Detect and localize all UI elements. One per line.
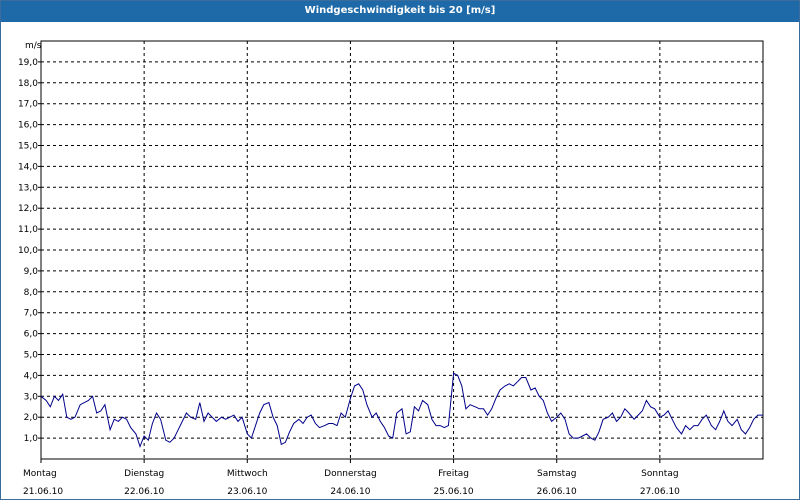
y-tick-label: 12,0	[18, 204, 38, 214]
x-tick-day-label: Montag	[23, 469, 57, 479]
x-tick-date-label: 24.06.10	[330, 487, 370, 497]
y-tick-label: 2,0	[24, 413, 39, 423]
grid	[41, 41, 763, 459]
y-axis: 1,0 2,0 3,0 4,0 5,0 6,0 7,0 8,0 9,0 10,0 11,0 12,0 1…	[18, 58, 41, 444]
y-tick-label: 15,0	[18, 142, 38, 152]
y-axis-unit-label: m/s	[25, 41, 42, 51]
y-tick-label: 6,0	[24, 330, 39, 340]
y-tick-label: 16,0	[18, 121, 38, 131]
y-tick-label: 13,0	[18, 183, 38, 193]
y-tick-label: 17,0	[18, 100, 38, 110]
x-tick-day-label: Freitag	[438, 469, 469, 479]
x-tick-date-label: 21.06.10	[23, 487, 63, 497]
x-tick-day-label: Samstag	[537, 469, 576, 479]
y-tick-label: 14,0	[18, 162, 38, 172]
x-tick-day-label: Dienstag	[124, 469, 164, 479]
y-tick-label: 9,0	[24, 267, 39, 277]
y-tick-label: 7,0	[24, 309, 39, 319]
x-tick-day-label: Mittwoch	[227, 469, 268, 479]
x-tick-date-label: 23.06.10	[227, 487, 267, 497]
y-tick-label: 4,0	[24, 371, 39, 381]
x-tick-date-label: 25.06.10	[434, 487, 474, 497]
y-tick-label: 10,0	[18, 246, 38, 256]
y-tick-label: 3,0	[24, 392, 39, 402]
y-tick-label: 19,0	[18, 58, 38, 68]
x-tick-date-label: 26.06.10	[537, 487, 577, 497]
x-tick-day-label: Donnerstag	[324, 469, 377, 479]
y-tick-label: 1,0	[24, 434, 39, 444]
y-tick-label: 11,0	[18, 225, 38, 235]
y-tick-label: 18,0	[18, 79, 38, 89]
y-tick-label: 5,0	[24, 351, 39, 361]
y-tick-label: 8,0	[24, 288, 39, 298]
x-tick-day-label: Sonntag	[641, 469, 678, 479]
chart-window: Windgeschwindigkeit bis 20 [m/s] 1,0 2,0 3…	[0, 0, 800, 500]
x-tick-date-label: 22.06.10	[124, 487, 164, 497]
x-tick-date-label: 27.06.10	[640, 487, 680, 497]
x-axis: Montag 21.06.10 Dienstag 22.06.10 Mittwoch 23…	[23, 459, 680, 497]
wind-speed-chart: 1,0 2,0 3,0 4,0 5,0 6,0 7,0 8,0 9,0 10,0 11,0 12,0 1…	[18, 40, 764, 497]
